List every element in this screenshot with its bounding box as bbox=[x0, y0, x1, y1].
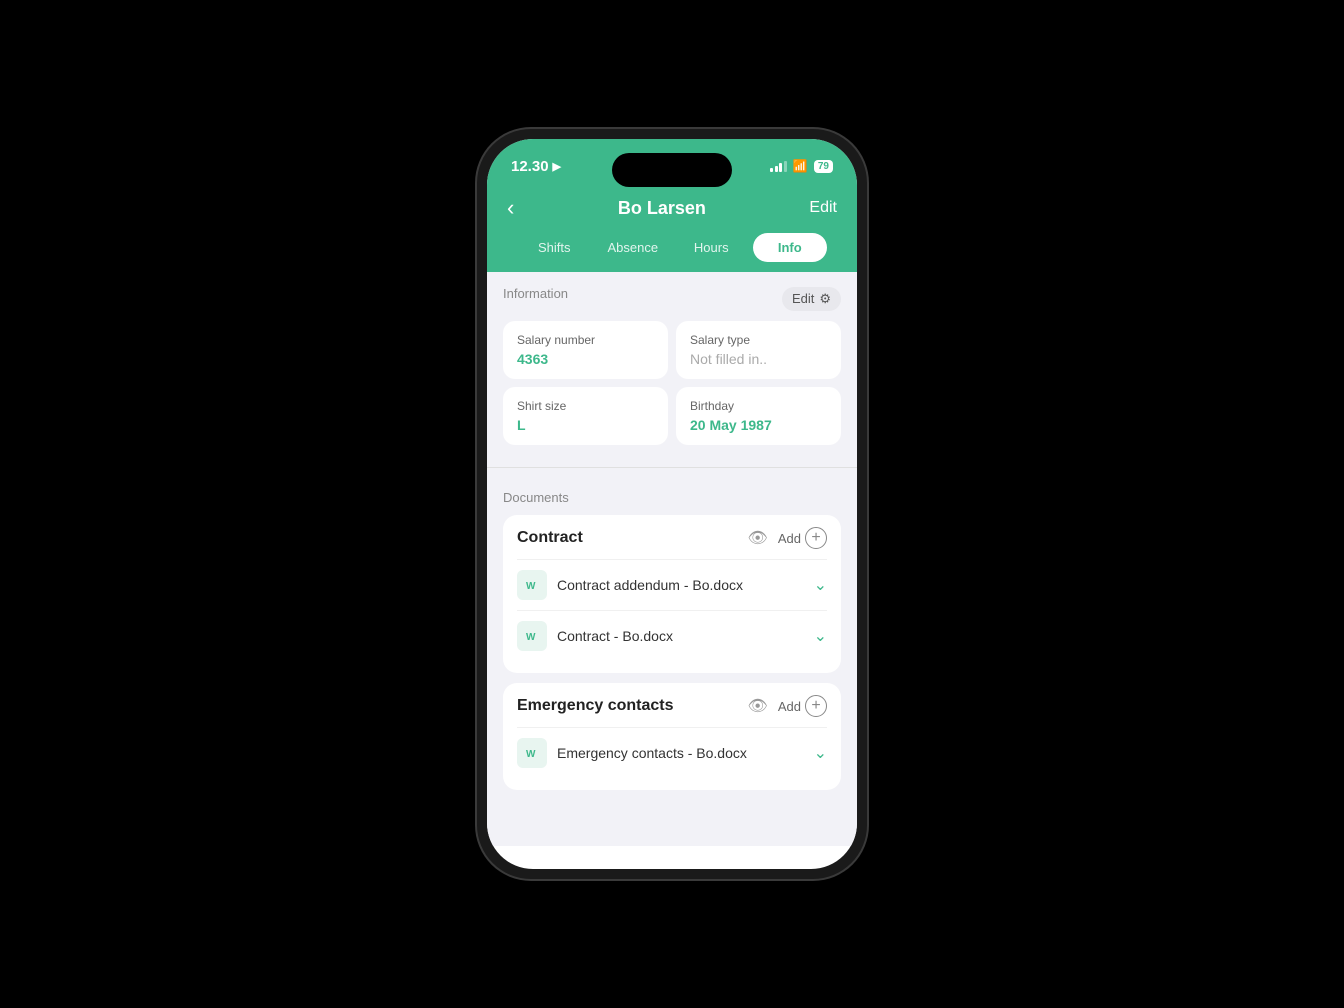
info-cards-grid: Salary number 4363 Salary type Not fille… bbox=[503, 321, 841, 445]
app-header: ‹ Bo Larsen Edit Shifts Absence Hours In… bbox=[487, 187, 857, 272]
salary-number-value: 4363 bbox=[517, 351, 654, 367]
information-section: Information Edit ⚙ Salary number 4363 Sa… bbox=[487, 272, 857, 459]
tab-hours[interactable]: Hours bbox=[674, 233, 749, 262]
tab-absence[interactable]: Absence bbox=[596, 233, 671, 262]
section-divider bbox=[487, 467, 857, 468]
svg-text:W: W bbox=[526, 581, 536, 592]
salary-type-card: Salary type Not filled in.. bbox=[676, 321, 841, 379]
emergency-contacts-title: Emergency contacts bbox=[517, 697, 674, 715]
back-button[interactable]: ‹ bbox=[507, 195, 514, 221]
location-icon: ▶ bbox=[553, 160, 561, 173]
dynamic-island bbox=[612, 153, 732, 187]
contract-group: Contract 👁 Add + bbox=[503, 515, 841, 673]
status-icons: 📶 79 bbox=[770, 159, 833, 173]
word-doc-icon: W bbox=[517, 570, 547, 600]
shirt-size-card: Shirt size L bbox=[503, 387, 668, 445]
emergency-contacts-group: Emergency contacts 👁 Add + bbox=[503, 683, 841, 790]
doc-filename: Emergency contacts - Bo.docx bbox=[557, 745, 747, 761]
emergency-add-label: Add bbox=[778, 699, 801, 714]
word-doc-icon: W bbox=[517, 738, 547, 768]
content-area: Information Edit ⚙ Salary number 4363 Sa… bbox=[487, 272, 857, 846]
birthday-label: Birthday bbox=[690, 399, 827, 413]
tab-shifts[interactable]: Shifts bbox=[517, 233, 592, 262]
chevron-down-icon[interactable]: ⌄ bbox=[814, 626, 827, 646]
emergency-add-button[interactable]: Add + bbox=[778, 695, 827, 717]
doc-filename: Contract addendum - Bo.docx bbox=[557, 577, 743, 593]
contract-add-label: Add bbox=[778, 531, 801, 546]
phone-screen: 12.30 ▶ 📶 79 ‹ Bo Larsen Edit bbox=[487, 139, 857, 869]
tab-bar: Shifts Absence Hours Info bbox=[507, 233, 837, 272]
doc-filename: Contract - Bo.docx bbox=[557, 628, 673, 644]
chevron-down-icon[interactable]: ⌄ bbox=[814, 743, 827, 763]
salary-type-value: Not filled in.. bbox=[690, 351, 827, 367]
doc-item[interactable]: W Emergency contacts - Bo.docx ⌄ bbox=[517, 727, 827, 778]
word-doc-icon: W bbox=[517, 621, 547, 651]
doc-item[interactable]: W Contract - Bo.docx ⌄ bbox=[517, 610, 827, 661]
contract-group-title: Contract bbox=[517, 529, 583, 547]
contract-add-icon[interactable]: + bbox=[805, 527, 827, 549]
contract-actions: 👁 Add + bbox=[748, 527, 827, 549]
battery-indicator: 79 bbox=[814, 160, 833, 173]
emergency-add-icon[interactable]: + bbox=[805, 695, 827, 717]
gear-icon: ⚙ bbox=[819, 291, 831, 307]
birthday-card: Birthday 20 May 1987 bbox=[676, 387, 841, 445]
emergency-view-icon[interactable]: 👁 bbox=[748, 696, 768, 716]
information-edit-button[interactable]: Edit ⚙ bbox=[782, 287, 841, 311]
status-time: 12.30 ▶ bbox=[511, 158, 561, 175]
tab-info[interactable]: Info bbox=[753, 233, 828, 262]
contract-view-icon[interactable]: 👁 bbox=[748, 528, 768, 548]
birthday-value: 20 May 1987 bbox=[690, 417, 827, 433]
emergency-contacts-actions: 👁 Add + bbox=[748, 695, 827, 717]
documents-label: Documents bbox=[503, 490, 841, 505]
page-title: Bo Larsen bbox=[618, 198, 706, 219]
header-edit-button[interactable]: Edit bbox=[809, 199, 837, 217]
salary-number-label: Salary number bbox=[517, 333, 654, 347]
doc-item[interactable]: W Contract addendum - Bo.docx ⌄ bbox=[517, 559, 827, 610]
contract-add-button[interactable]: Add + bbox=[778, 527, 827, 549]
shirt-size-label: Shirt size bbox=[517, 399, 654, 413]
documents-section: Documents Contract 👁 Add + bbox=[487, 476, 857, 806]
svg-text:W: W bbox=[526, 632, 536, 643]
wifi-icon: 📶 bbox=[793, 159, 808, 173]
salary-type-label: Salary type bbox=[690, 333, 827, 347]
information-edit-label: Edit bbox=[792, 291, 814, 306]
svg-text:W: W bbox=[526, 749, 536, 760]
time-label: 12.30 bbox=[511, 158, 549, 175]
signal-icon bbox=[770, 161, 787, 172]
information-label: Information bbox=[503, 286, 568, 301]
salary-number-card: Salary number 4363 bbox=[503, 321, 668, 379]
shirt-size-value: L bbox=[517, 417, 654, 433]
chevron-down-icon[interactable]: ⌄ bbox=[814, 575, 827, 595]
phone-frame: 12.30 ▶ 📶 79 ‹ Bo Larsen Edit bbox=[477, 129, 867, 879]
